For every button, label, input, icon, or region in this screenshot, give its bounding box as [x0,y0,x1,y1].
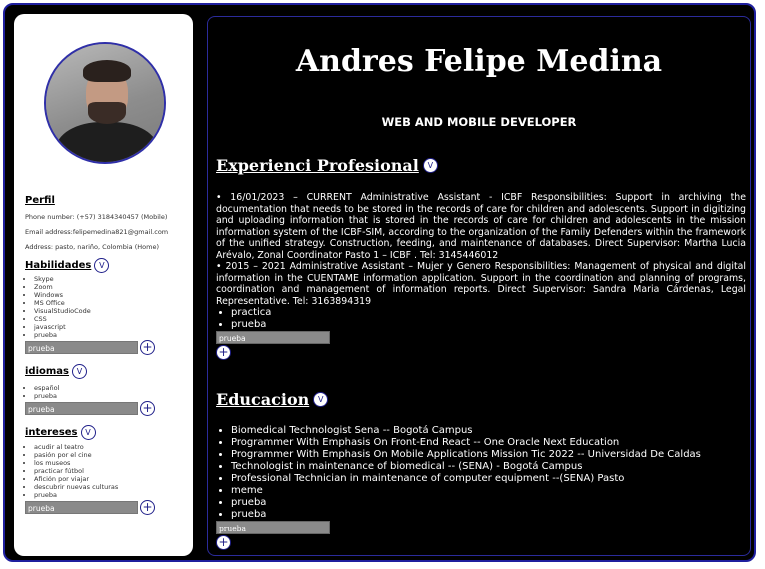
experience-add-button[interactable]: + [216,345,231,360]
list-item: Skype [34,275,185,283]
education-section: Biomedical Technologist Sena -- Bogotá C… [216,425,746,550]
page-frame: Perfil Phone number: (+57) 3184340457 (M… [3,3,756,562]
education-title: Educacion [216,390,310,409]
list-item: prueba [231,497,746,509]
list-item: Afición por viajar [34,475,185,483]
phone-text: Phone number: (+57) 3184340457 (Mobile) [25,213,168,221]
idiomas-list: español prueba [25,384,185,400]
email-text: Email address:felipemedina821@gmail.com [25,228,169,236]
list-item: los museos [34,459,185,467]
list-item: Programmer With Emphasis On Mobile Appli… [231,449,746,461]
habilidades-add-button[interactable]: + [140,340,155,355]
main-content: Andres Felipe Medina WEB AND MOBILE DEVE… [207,16,751,556]
perfil-title: Perfil [25,195,55,206]
list-item: CSS [34,315,185,323]
list-item: español [34,384,185,392]
list-item: prueba [34,491,185,499]
idiomas-input[interactable]: prueba [25,402,138,415]
intereses-input[interactable]: prueba [25,501,138,514]
experience-entry: • 2015 – 2021 Administrative Assistant –… [216,261,746,307]
list-item: MS Office [34,299,185,307]
list-item: prueba [231,509,746,521]
experience-toggle-button[interactable]: V [422,158,438,173]
experience-title: Experienci Profesional [216,156,419,175]
list-item: descubrir nuevas culturas [34,483,185,491]
avatar [44,42,166,164]
list-item: prueba [231,319,746,331]
education-input[interactable]: prueba [216,521,330,534]
list-item: VisualStudioCode [34,307,185,315]
list-item: javascript [34,323,185,331]
page-title: Andres Felipe Medina [295,44,663,79]
idiomas-add-button[interactable]: + [140,401,155,416]
education-toggle-button[interactable]: V [313,392,329,407]
list-item: prueba [34,392,185,400]
experience-entry: • 16/01/2023 – CURRENT Administrative As… [216,192,746,261]
list-item: meme [231,485,746,497]
list-item: Professional Technician in maintenance o… [231,473,746,485]
list-item: prueba [34,331,185,339]
intereses-toggle-button[interactable]: V [80,425,96,440]
list-item: practica [231,307,746,319]
education-list: Biomedical Technologist Sena -- Bogotá C… [216,425,746,521]
intereses-title: intereses [25,427,78,438]
intereses-add-button[interactable]: + [140,500,155,515]
list-item: pasión por el cine [34,451,185,459]
idiomas-toggle-button[interactable]: V [72,364,88,379]
habilidades-title: Habilidades [25,260,92,271]
idiomas-title: idiomas [25,366,70,377]
habilidades-list: Skype Zoom Windows MS Office VisualStudi… [25,275,185,339]
list-item: Biomedical Technologist Sena -- Bogotá C… [231,425,746,437]
habilidades-input[interactable]: prueba [25,341,138,354]
list-item: Zoom [34,283,185,291]
experience-section: • 16/01/2023 – CURRENT Administrative As… [216,192,746,360]
list-item: Technologist in maintenance of biomedica… [231,461,746,473]
list-item: Programmer With Emphasis On Front-End Re… [231,437,746,449]
sidebar: Perfil Phone number: (+57) 3184340457 (M… [14,14,193,556]
experience-list: practica prueba [216,307,746,331]
address-text: Address: pasto, nariño, Colombia (Home) [25,243,159,251]
list-item: acudir al teatro [34,443,185,451]
list-item: practicar fútbol [34,467,185,475]
list-item: Windows [34,291,185,299]
education-add-button[interactable]: + [216,535,231,550]
job-title: WEB AND MOBILE DEVELOPER [381,115,577,129]
experience-input[interactable]: prueba [216,331,330,344]
intereses-list: acudir al teatro pasión por el cine los … [25,443,185,499]
habilidades-toggle-button[interactable]: V [94,258,110,273]
